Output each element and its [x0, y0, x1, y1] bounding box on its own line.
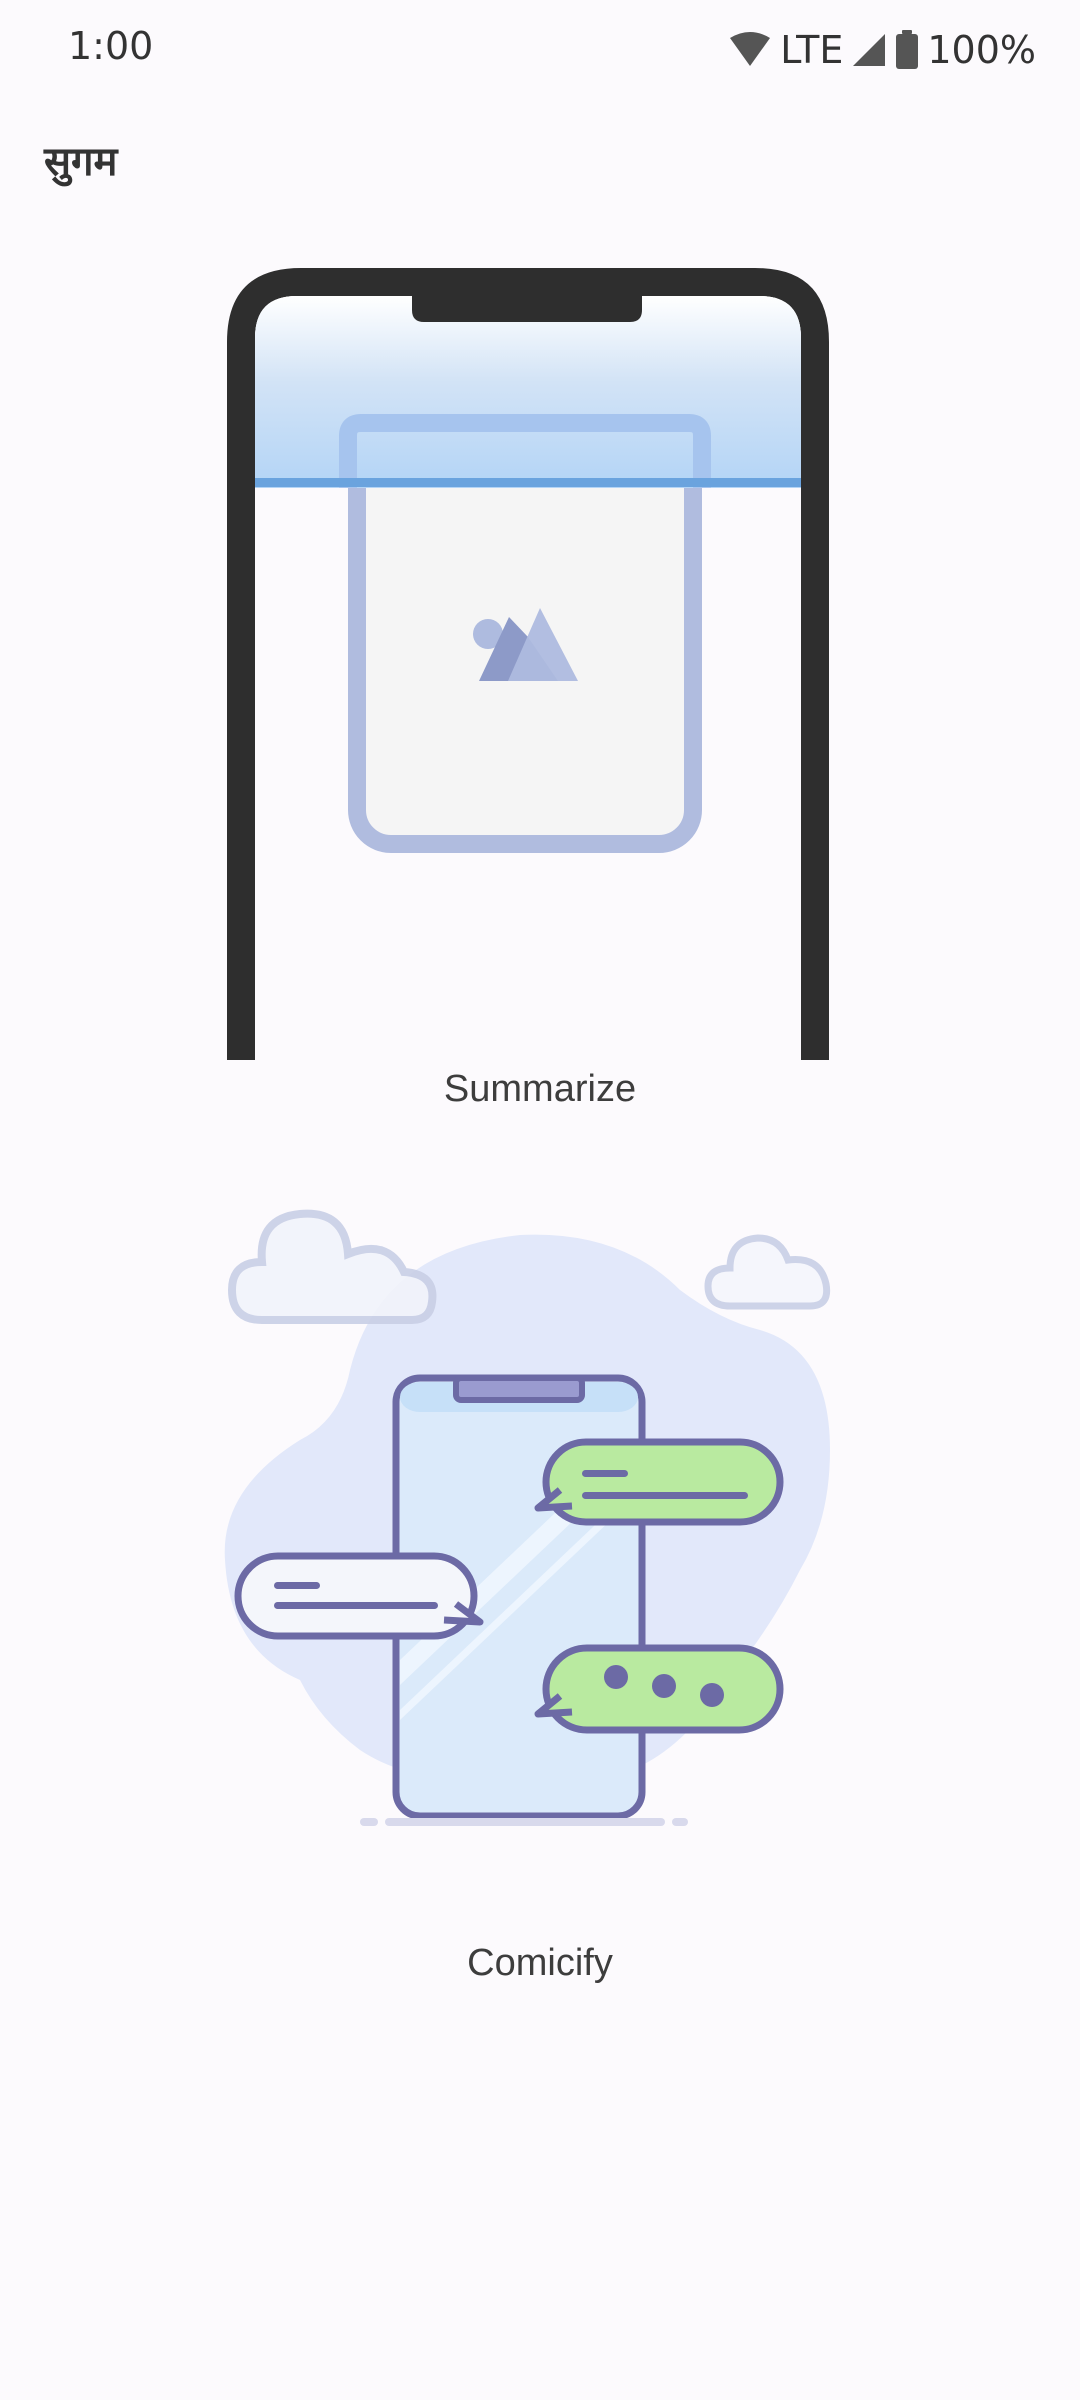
status-time: 1:00 [68, 24, 154, 68]
network-label: LTE [780, 28, 844, 72]
status-icons: LTE 100% [728, 24, 1036, 76]
phone-chat-illustration [224, 1209, 831, 1826]
summarize-label[interactable]: Summarize [0, 1068, 1080, 1111]
app-title: सुगम [44, 139, 118, 185]
battery-percent: 100% [927, 28, 1036, 72]
cloud-left [227, 1209, 437, 1324]
summarize-option[interactable]: Summarize [0, 240, 1080, 1120]
comicify-option[interactable]: Comicify [0, 1190, 1080, 2010]
cellular-signal-icon [853, 34, 886, 66]
wifi-icon [730, 32, 771, 66]
battery-icon [896, 30, 919, 69]
comicify-label[interactable]: Comicify [0, 1942, 1080, 1985]
cloud-right [704, 1234, 831, 1310]
status-bar: 1:00 LTE 100% [0, 0, 1080, 100]
phone-scroll-illustration [227, 268, 829, 1060]
